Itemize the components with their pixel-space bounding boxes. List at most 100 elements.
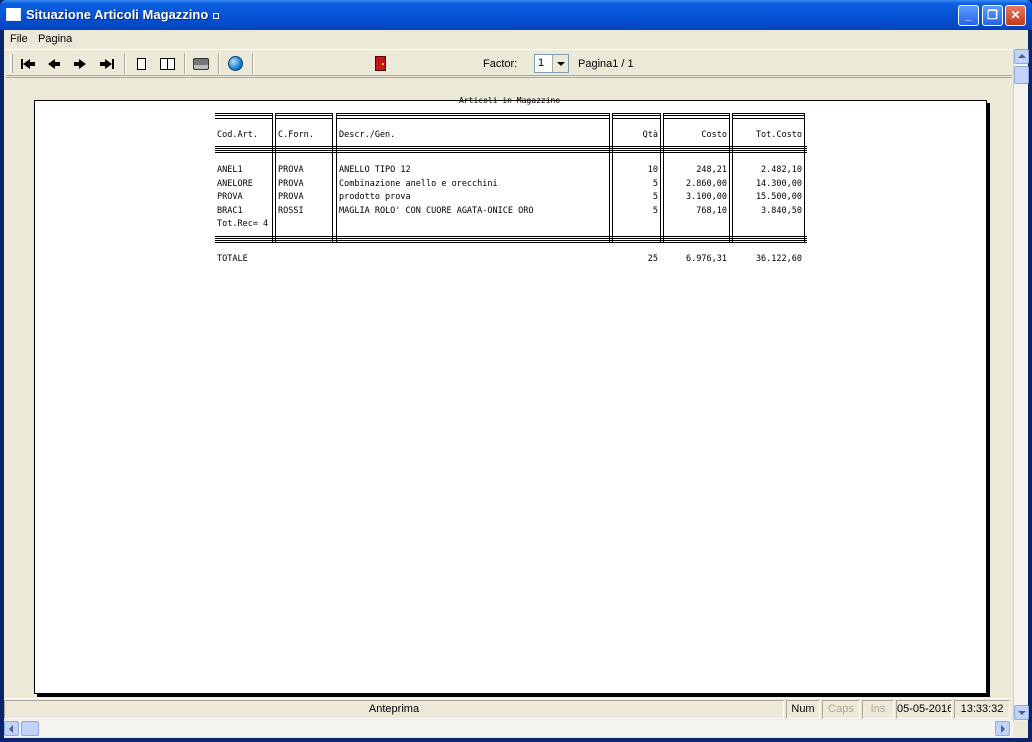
export-globe-icon bbox=[227, 56, 243, 72]
arrow-down-icon bbox=[1018, 711, 1026, 715]
scroll-up-button[interactable] bbox=[1014, 49, 1029, 64]
row-forn: PROVA bbox=[278, 165, 304, 175]
exit-button[interactable] bbox=[369, 53, 391, 73]
toolbar-grip[interactable] bbox=[10, 54, 13, 73]
status-date: 05-05-2016 bbox=[896, 700, 952, 719]
printer-icon bbox=[193, 57, 209, 70]
report-preview[interactable]: Articoli in Magazzino Cod.Art. C.Forn. D… bbox=[6, 77, 1012, 697]
menu-pagina[interactable]: Pagina bbox=[36, 33, 74, 45]
row-qta: 10 bbox=[647, 165, 658, 175]
next-page-icon bbox=[74, 55, 86, 70]
header-cod: Cod.Art. bbox=[217, 130, 258, 140]
row-tot: 2.482,10 bbox=[761, 165, 802, 175]
scroll-down-button[interactable] bbox=[1014, 705, 1029, 720]
row-qta: 5 bbox=[652, 206, 658, 216]
first-page-button[interactable] bbox=[17, 53, 39, 73]
row-descr: Combinazione anello e orecchini bbox=[339, 179, 498, 189]
vertical-scrollbar[interactable] bbox=[1013, 49, 1029, 721]
header-qta: Qtà bbox=[642, 130, 658, 140]
page-indicator: Pagina1 / 1 bbox=[578, 58, 634, 70]
row-forn: ROSSI bbox=[278, 206, 304, 216]
next-page-button[interactable] bbox=[69, 53, 91, 73]
status-num: Num bbox=[786, 700, 820, 719]
record-count: Tot.Rec= 4 bbox=[217, 219, 269, 229]
row-forn: PROVA bbox=[278, 179, 304, 189]
row-qta: 5 bbox=[652, 192, 658, 202]
row-cod: BRAC1 bbox=[217, 206, 243, 216]
last-page-icon bbox=[100, 55, 114, 70]
status-time: 13:33:32 bbox=[954, 700, 1010, 719]
row-costo: 3.100,00 bbox=[686, 192, 727, 202]
print-button[interactable] bbox=[190, 53, 212, 73]
toolbar-separator bbox=[184, 53, 186, 74]
factor-select[interactable]: 1 bbox=[534, 54, 569, 73]
arrow-left-icon bbox=[9, 725, 13, 733]
header-tot-costo: Tot.Costo bbox=[755, 130, 802, 140]
row-qta: 5 bbox=[652, 179, 658, 189]
row-tot: 15.500,00 bbox=[755, 192, 802, 202]
window-title: Situazione Articoli Magazzino bbox=[26, 7, 220, 22]
total-qta: 25 bbox=[647, 254, 658, 264]
row-costo: 248,21 bbox=[696, 165, 727, 175]
arrow-up-icon bbox=[1018, 54, 1026, 58]
two-pages-icon bbox=[159, 57, 175, 70]
total-tot: 36.122,60 bbox=[755, 254, 802, 264]
two-pages-button[interactable] bbox=[156, 53, 178, 73]
header-rule bbox=[215, 150, 807, 153]
first-page-icon bbox=[21, 55, 35, 70]
single-page-button[interactable] bbox=[130, 53, 152, 73]
chevron-down-icon[interactable] bbox=[552, 55, 568, 72]
status-bar: Anteprima Num Caps Ins 05-05-2016 13:33:… bbox=[4, 698, 1012, 719]
row-costo: 2.860,00 bbox=[686, 179, 727, 189]
report-title: Articoli in Magazzino bbox=[459, 96, 561, 105]
last-page-button[interactable] bbox=[96, 53, 118, 73]
row-descr: ANELLO TIPO 12 bbox=[339, 165, 411, 175]
minimize-button[interactable]: _ bbox=[958, 5, 979, 26]
single-page-icon bbox=[136, 57, 146, 70]
title-bar[interactable]: Situazione Articoli Magazzino _ ❐ ✕ bbox=[0, 0, 1032, 30]
row-cod: ANEL1 bbox=[217, 165, 243, 175]
footer-rule bbox=[215, 236, 807, 239]
toolbar-separator bbox=[252, 53, 254, 74]
row-cod: PROVA bbox=[217, 192, 243, 202]
scroll-thumb[interactable] bbox=[21, 721, 39, 736]
row-cod: ANELORE bbox=[217, 179, 253, 189]
status-mode: Anteprima bbox=[4, 700, 784, 719]
row-tot: 14.300,00 bbox=[755, 179, 802, 189]
footer-rule bbox=[215, 240, 807, 243]
export-button[interactable] bbox=[224, 53, 246, 73]
toolbar-separator bbox=[124, 53, 126, 74]
prev-page-icon bbox=[48, 55, 60, 70]
menu-file[interactable]: File bbox=[8, 33, 30, 45]
report-page: Articoli in Magazzino Cod.Art. C.Forn. D… bbox=[34, 96, 987, 694]
factor-label: Factor: bbox=[483, 58, 518, 70]
menu-bar: File Pagina bbox=[4, 30, 1028, 49]
row-forn: PROVA bbox=[278, 192, 304, 202]
horizontal-scrollbar[interactable] bbox=[4, 720, 1013, 737]
scroll-left-button[interactable] bbox=[4, 721, 19, 736]
arrow-right-icon bbox=[1001, 725, 1005, 733]
prev-page-button[interactable] bbox=[43, 53, 65, 73]
maximize-button[interactable]: ❐ bbox=[982, 5, 1003, 26]
toolbar: Factor: 1 Pagina1 / 1 bbox=[6, 49, 1012, 76]
status-ins: Ins bbox=[862, 700, 894, 719]
scroll-thumb[interactable] bbox=[1014, 66, 1029, 84]
app-icon bbox=[6, 8, 21, 21]
header-rule bbox=[215, 146, 807, 149]
header-costo: Costo bbox=[701, 130, 727, 140]
row-descr: MAGLIA ROLO' CON CUORE AGATA-ONICE ORO bbox=[339, 206, 534, 216]
client-area: File Pagina Factor: 1 Pagina1 / 1 Artico… bbox=[4, 30, 1029, 738]
row-costo: 768,10 bbox=[696, 206, 727, 216]
scroll-right-button[interactable] bbox=[995, 721, 1010, 736]
row-descr: prodotto prova bbox=[339, 192, 411, 202]
toolbar-separator bbox=[218, 53, 220, 74]
row-tot: 3.840,50 bbox=[761, 206, 802, 216]
close-button[interactable]: ✕ bbox=[1005, 5, 1026, 26]
exit-door-icon bbox=[374, 56, 386, 72]
header-descr: Descr./Gen. bbox=[339, 130, 396, 140]
status-caps: Caps bbox=[822, 700, 860, 719]
total-label: TOTALE bbox=[217, 254, 248, 264]
total-costo: 6.976,31 bbox=[686, 254, 727, 264]
app-window: Situazione Articoli Magazzino _ ❐ ✕ File… bbox=[0, 0, 1032, 742]
header-forn: C.Forn. bbox=[278, 130, 314, 140]
